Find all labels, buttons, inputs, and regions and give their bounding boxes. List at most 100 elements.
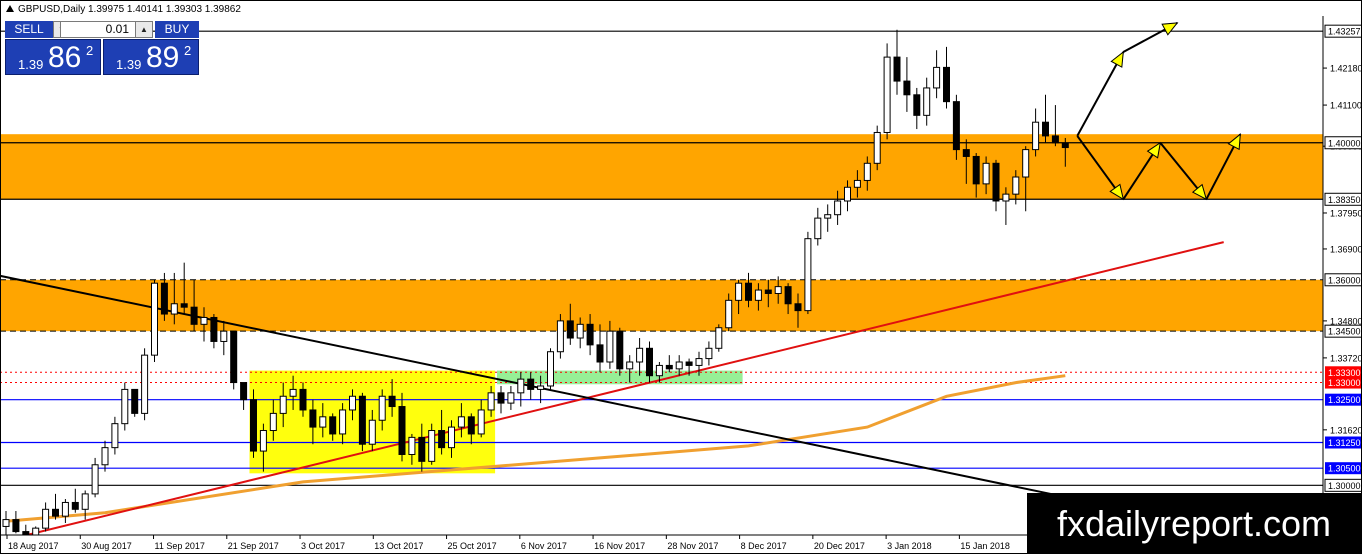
candle-body xyxy=(566,320,574,339)
candle-body xyxy=(824,214,832,219)
candle-body xyxy=(170,303,178,315)
candle-body xyxy=(448,426,455,449)
candle-body xyxy=(982,162,990,185)
sell-button[interactable]: SELL xyxy=(5,21,53,38)
candle-body xyxy=(754,289,762,301)
candle-body xyxy=(1002,193,1010,202)
buy-price-button[interactable]: 1.39 89 2 xyxy=(103,39,199,75)
candle-body xyxy=(507,392,515,404)
candle-body xyxy=(972,155,980,185)
candle-body xyxy=(636,347,644,363)
buy-button[interactable]: BUY xyxy=(155,21,199,38)
candle-body xyxy=(1032,121,1040,151)
price-tick-label: 1.37950 xyxy=(1330,208,1362,218)
candle-body xyxy=(814,217,822,240)
candle-body xyxy=(42,508,50,529)
candle-body xyxy=(309,409,317,428)
time-tick-label: 28 Nov 2017 xyxy=(667,541,718,551)
candle-body xyxy=(349,395,356,411)
candle-body xyxy=(863,162,871,181)
candle-body xyxy=(725,299,733,329)
candle-body xyxy=(576,323,584,339)
candle-body xyxy=(91,464,99,495)
watermark-layer: fxdailyreport.com xyxy=(1027,493,1362,554)
candle-body xyxy=(210,316,218,342)
candle-body xyxy=(883,56,891,133)
candle-body xyxy=(240,382,248,401)
level-price-label: 1.36000 xyxy=(1328,275,1361,285)
candle-body xyxy=(873,131,881,164)
candle-body xyxy=(903,80,911,96)
time-tick-label: 18 Aug 2017 xyxy=(8,541,59,551)
buy-price-sup: 2 xyxy=(184,43,192,58)
candle-body xyxy=(180,303,188,308)
candle-body xyxy=(943,66,950,103)
candle-body xyxy=(586,323,594,346)
candle-body xyxy=(923,87,931,116)
candle-body xyxy=(269,412,277,432)
sell-price-sup: 2 xyxy=(86,43,94,58)
candle-body xyxy=(774,286,782,294)
candle-body xyxy=(358,395,366,445)
level-price-label: 1.34500 xyxy=(1328,327,1361,337)
candle-body xyxy=(992,162,1000,202)
level-price-label: 1.40000 xyxy=(1328,138,1361,148)
candle-body xyxy=(834,200,842,216)
candle-body xyxy=(556,320,564,353)
candle-body xyxy=(230,330,238,384)
level-price-label: 1.32500 xyxy=(1328,395,1361,405)
chart-ohlc: 1.39975 1.40141 1.39303 1.39862 xyxy=(88,4,241,15)
chart-stage: 1.421801.411001.399001.379501.369001.348… xyxy=(0,0,1362,556)
level-price-label: 1.38350 xyxy=(1328,195,1361,205)
candle-body xyxy=(467,416,475,435)
price-tick-label: 1.33720 xyxy=(1330,353,1362,363)
candle-body xyxy=(190,306,198,325)
candle-body xyxy=(121,388,129,425)
candle-body xyxy=(61,501,69,517)
candle-body xyxy=(626,361,634,370)
candle-body xyxy=(596,344,604,363)
candle-body xyxy=(408,436,416,455)
candle-body xyxy=(606,330,614,363)
candle-body xyxy=(794,303,802,312)
lot-size-input[interactable]: 0.01 xyxy=(60,21,144,38)
buy-price-big: 89 xyxy=(146,41,180,74)
price-tick-label: 1.31620 xyxy=(1330,425,1362,435)
candle-body xyxy=(1061,142,1069,149)
level-price-label: 1.31250 xyxy=(1328,438,1361,448)
candle-body xyxy=(695,358,703,366)
sell-price-big: 86 xyxy=(48,41,82,74)
candle-body xyxy=(378,395,386,421)
time-tick-label: 20 Dec 2017 xyxy=(814,541,865,551)
level-price-label: 1.33000 xyxy=(1328,378,1361,388)
candle-body xyxy=(438,430,446,449)
chart-symbol: GBPUSD,Daily xyxy=(18,4,85,15)
watermark-text: fxdailyreport.com xyxy=(1057,503,1331,544)
candle-body xyxy=(52,508,59,517)
candle-body xyxy=(537,385,545,390)
candlestick-chart[interactable]: 1.421801.411001.399001.379501.369001.348… xyxy=(0,0,1362,556)
sell-price-button[interactable]: 1.39 86 2 xyxy=(5,39,101,75)
resistance-zone-2 xyxy=(0,279,1323,332)
candle-body xyxy=(893,56,901,82)
candle-body xyxy=(279,395,287,414)
price-tick-label: 1.42180 xyxy=(1330,64,1362,74)
time-tick-label: 30 Aug 2017 xyxy=(81,541,132,551)
candle-body xyxy=(913,94,921,116)
candle-body xyxy=(675,361,683,370)
candle-body xyxy=(368,419,376,445)
candle-body xyxy=(1042,121,1049,137)
time-tick-label: 13 Oct 2017 xyxy=(374,541,423,551)
price-tick-label: 1.41100 xyxy=(1330,101,1362,111)
candle-body xyxy=(71,501,79,510)
chart-background xyxy=(0,0,1362,554)
lot-increase-icon[interactable]: ▲ xyxy=(135,21,153,38)
candle-body xyxy=(329,416,337,435)
candle-body xyxy=(250,399,257,452)
candle-body xyxy=(784,286,792,305)
candle-body xyxy=(715,327,723,349)
time-tick-label: 15 Jan 2018 xyxy=(960,541,1010,551)
candle-body xyxy=(289,388,297,397)
time-tick-label: 21 Sep 2017 xyxy=(228,541,279,551)
candle-body xyxy=(547,351,554,387)
